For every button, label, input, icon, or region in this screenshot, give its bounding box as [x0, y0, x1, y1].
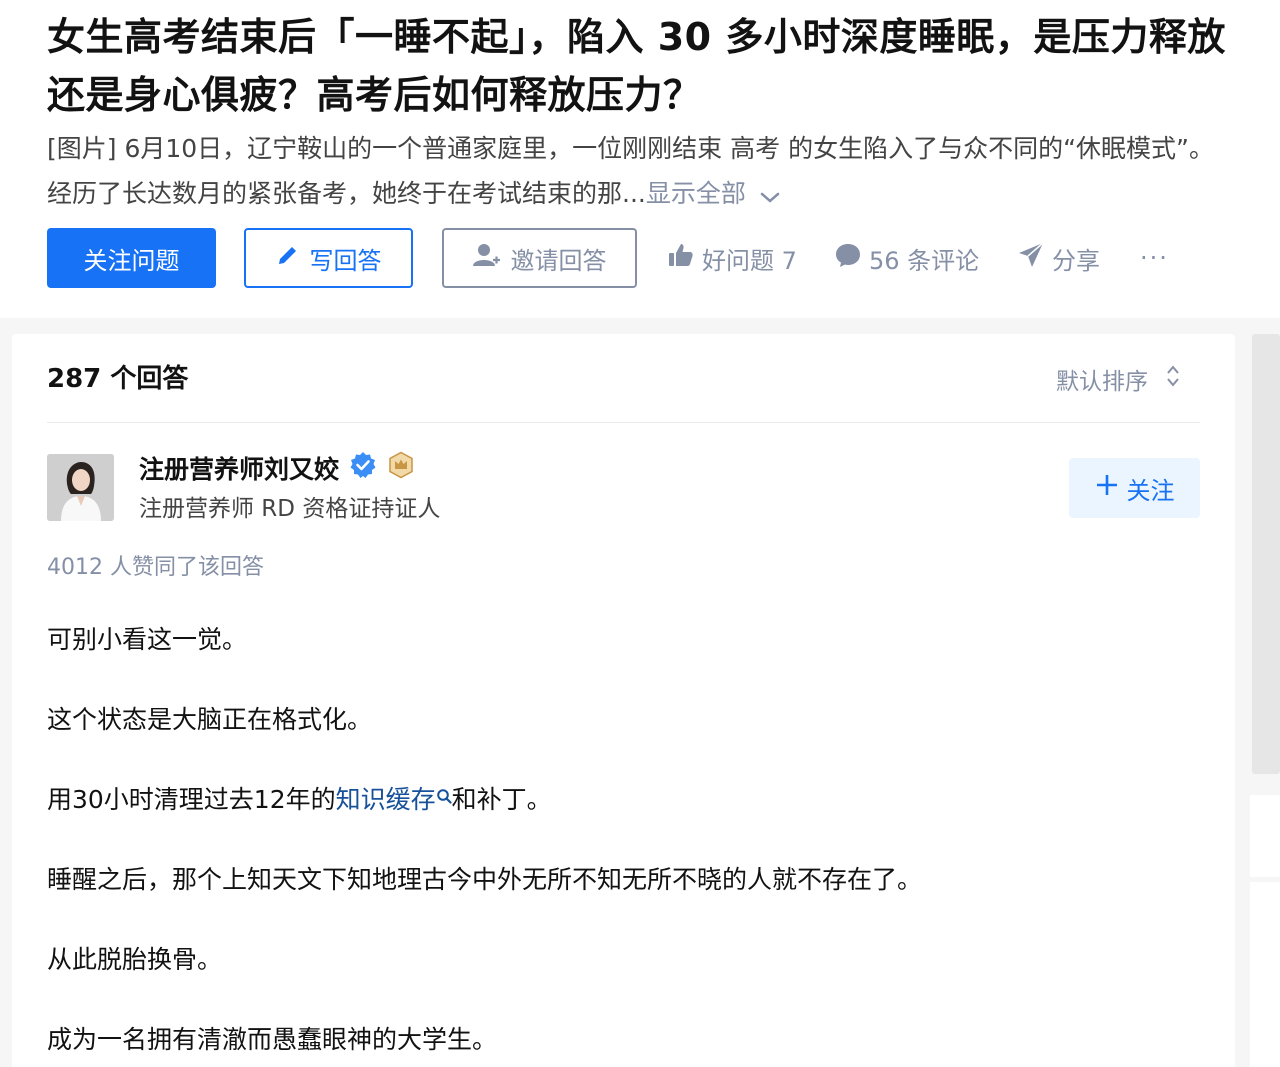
comments-button[interactable]: 56 条评论: [835, 236, 979, 280]
question-detail-text: [图片] 6月10日，辽宁鞍山的一个普通家庭里，一位刚刚结束 高考 的女生陷入了…: [47, 134, 1214, 208]
share-button[interactable]: 分享: [1018, 236, 1100, 280]
question-header: 女生高考结束后「一睡不起」，陷入 30 多小时深度睡眠，是压力释放还是身心俱疲？…: [0, 0, 1280, 318]
paragraph-text: 和补丁。: [451, 785, 552, 814]
sort-icon: [1148, 364, 1180, 394]
pencil-icon: [276, 243, 310, 273]
scrollbar[interactable]: [1252, 334, 1280, 774]
follow-author-button[interactable]: 关注: [1069, 458, 1200, 518]
good-question-button[interactable]: 好问题 7: [668, 236, 797, 280]
show-all-label: 显示全部: [645, 179, 746, 208]
plus-icon: [1095, 473, 1127, 503]
answer-count: 287 个回答: [47, 364, 189, 394]
vote-count: 4012 人赞同了该回答: [47, 555, 264, 580]
crown-badge-icon: [387, 451, 415, 485]
keyword-link[interactable]: 知识缓存: [336, 785, 452, 814]
author-bio: 注册营养师 RD 资格证持证人: [139, 496, 441, 522]
chevron-down-icon: [760, 173, 780, 218]
follow-question-button[interactable]: 关注问题: [47, 228, 216, 288]
sidebar-panel: [1250, 882, 1280, 1067]
comments-label: 56 条评论: [869, 246, 980, 275]
sort-label: 默认排序: [1056, 369, 1148, 395]
avatar[interactable]: [47, 454, 114, 521]
show-all-link[interactable]: 显示全部: [646, 179, 780, 208]
verified-icon: [349, 451, 377, 485]
invite-answer-button[interactable]: 邀请回答: [442, 228, 637, 288]
answer-paragraph: 这个状态是大脑正在格式化。: [47, 705, 373, 734]
author-name-label: 注册营养师刘又姣: [139, 455, 340, 484]
follow-question-label: 关注问题: [83, 246, 180, 275]
write-answer-button[interactable]: 写回答: [244, 228, 413, 288]
write-answer-label: 写回答: [309, 246, 382, 275]
follow-author-label: 关注: [1126, 476, 1175, 505]
more-button[interactable]: ···: [1140, 236, 1169, 280]
paragraph-text: 用30小时清理过去12年的: [47, 785, 336, 814]
search-icon: [436, 778, 452, 818]
comment-icon: [835, 242, 869, 274]
answers-card: 287 个回答 默认排序 注册营养师刘又姣 注册营养师 RD 资格证持证人 关注…: [12, 334, 1235, 1067]
question-detail: [图片] 6月10日，辽宁鞍山的一个普通家庭里，一位刚刚结束 高考 的女生陷入了…: [47, 126, 1217, 218]
share-label: 分享: [1052, 246, 1100, 275]
answer-content: 可别小看这一觉。 这个状态是大脑正在格式化。 用30小时清理过去12年的知识缓存…: [47, 620, 1197, 1067]
answer-paragraph: 从此脱胎换骨。: [47, 945, 223, 974]
invite-answer-label: 邀请回答: [510, 246, 607, 275]
answer-paragraph: 睡醒之后，那个上知天文下知地理古今中外无所不知无所不晓的人就不存在了。: [47, 865, 923, 894]
thumbs-up-icon: [668, 242, 702, 274]
sidebar-panel: [1250, 795, 1280, 877]
good-question-label: 好问题 7: [702, 246, 797, 275]
answer-paragraph: 用30小时清理过去12年的知识缓存 和补丁。: [47, 780, 1197, 820]
divider: [47, 422, 1200, 423]
invite-user-icon: [472, 242, 511, 274]
more-label: ···: [1140, 244, 1169, 272]
answer-paragraph: 成为一名拥有清澈而愚蠢眼神的大学生。: [47, 1025, 498, 1054]
question-title: 女生高考结束后「一睡不起」，陷入 30 多小时深度睡眠，是压力释放还是身心俱疲？…: [47, 15, 1226, 117]
sort-dropdown[interactable]: 默认排序: [1056, 362, 1180, 396]
share-icon: [1018, 242, 1052, 274]
keyword-label: 知识缓存: [335, 785, 436, 814]
answer-paragraph: 可别小看这一觉。: [47, 625, 248, 654]
author-name[interactable]: 注册营养师刘又姣: [139, 450, 415, 486]
